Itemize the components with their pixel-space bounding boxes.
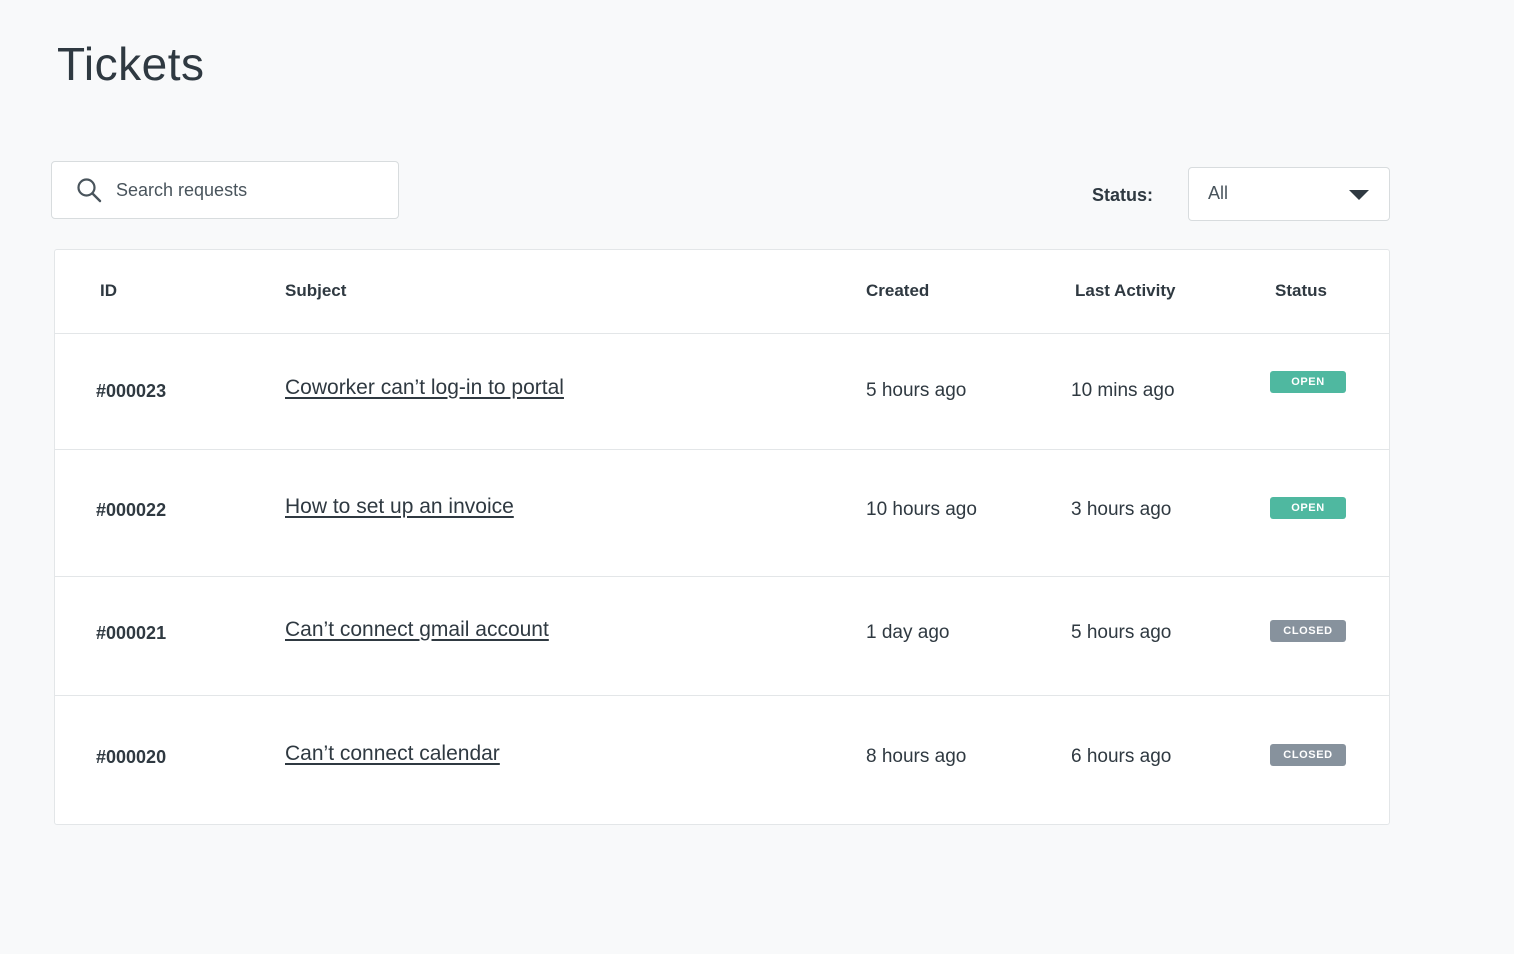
column-header-id[interactable]: ID xyxy=(100,280,117,302)
ticket-last-activity: 3 hours ago xyxy=(1071,499,1172,520)
table-row: #000021 Can’t connect gmail account 1 da… xyxy=(55,577,1389,696)
column-header-subject[interactable]: Subject xyxy=(285,280,346,302)
ticket-created: 10 hours ago xyxy=(866,499,977,520)
ticket-created: 1 day ago xyxy=(866,622,950,643)
ticket-subject-link[interactable]: Can’t connect gmail account xyxy=(285,618,549,642)
status-filter-dropdown[interactable]: All xyxy=(1188,167,1390,221)
status-badge: OPEN xyxy=(1270,497,1346,519)
ticket-subject-link[interactable]: How to set up an invoice xyxy=(285,495,514,519)
search-icon xyxy=(76,177,102,203)
table-row: #000020 Can’t connect calendar 8 hours a… xyxy=(55,696,1389,824)
page-title: Tickets xyxy=(57,38,205,90)
ticket-last-activity: 10 mins ago xyxy=(1071,380,1175,401)
status-filter-value: All xyxy=(1208,183,1229,203)
search-input[interactable] xyxy=(116,179,366,201)
ticket-last-activity: 6 hours ago xyxy=(1071,746,1172,767)
column-header-created[interactable]: Created xyxy=(866,280,929,302)
column-header-status[interactable]: Status xyxy=(1275,280,1327,302)
ticket-id: #000023 xyxy=(96,381,167,401)
ticket-id: #000022 xyxy=(96,500,167,520)
ticket-id: #000020 xyxy=(96,747,167,767)
table-header: ID Subject Created Last Activity Status xyxy=(55,250,1389,334)
ticket-id: #000021 xyxy=(96,623,167,643)
ticket-created: 8 hours ago xyxy=(866,746,967,767)
column-header-last-activity[interactable]: Last Activity xyxy=(1075,280,1175,302)
status-badge: CLOSED xyxy=(1270,744,1346,766)
status-filter-label: Status: xyxy=(1092,185,1154,205)
search-box[interactable] xyxy=(51,161,399,219)
ticket-last-activity: 5 hours ago xyxy=(1071,622,1172,643)
status-badge: CLOSED xyxy=(1270,620,1346,642)
ticket-subject-link[interactable]: Coworker can’t log-in to portal xyxy=(285,376,564,400)
table-row: #000022 How to set up an invoice 10 hour… xyxy=(55,450,1389,577)
status-badge: OPEN xyxy=(1270,371,1346,393)
tickets-table: ID Subject Created Last Activity Status … xyxy=(54,249,1390,825)
ticket-subject-link[interactable]: Can’t connect calendar xyxy=(285,742,500,766)
table-row: #000023 Coworker can’t log-in to portal … xyxy=(55,334,1389,450)
ticket-created: 5 hours ago xyxy=(866,380,967,401)
chevron-down-icon xyxy=(1349,190,1369,200)
